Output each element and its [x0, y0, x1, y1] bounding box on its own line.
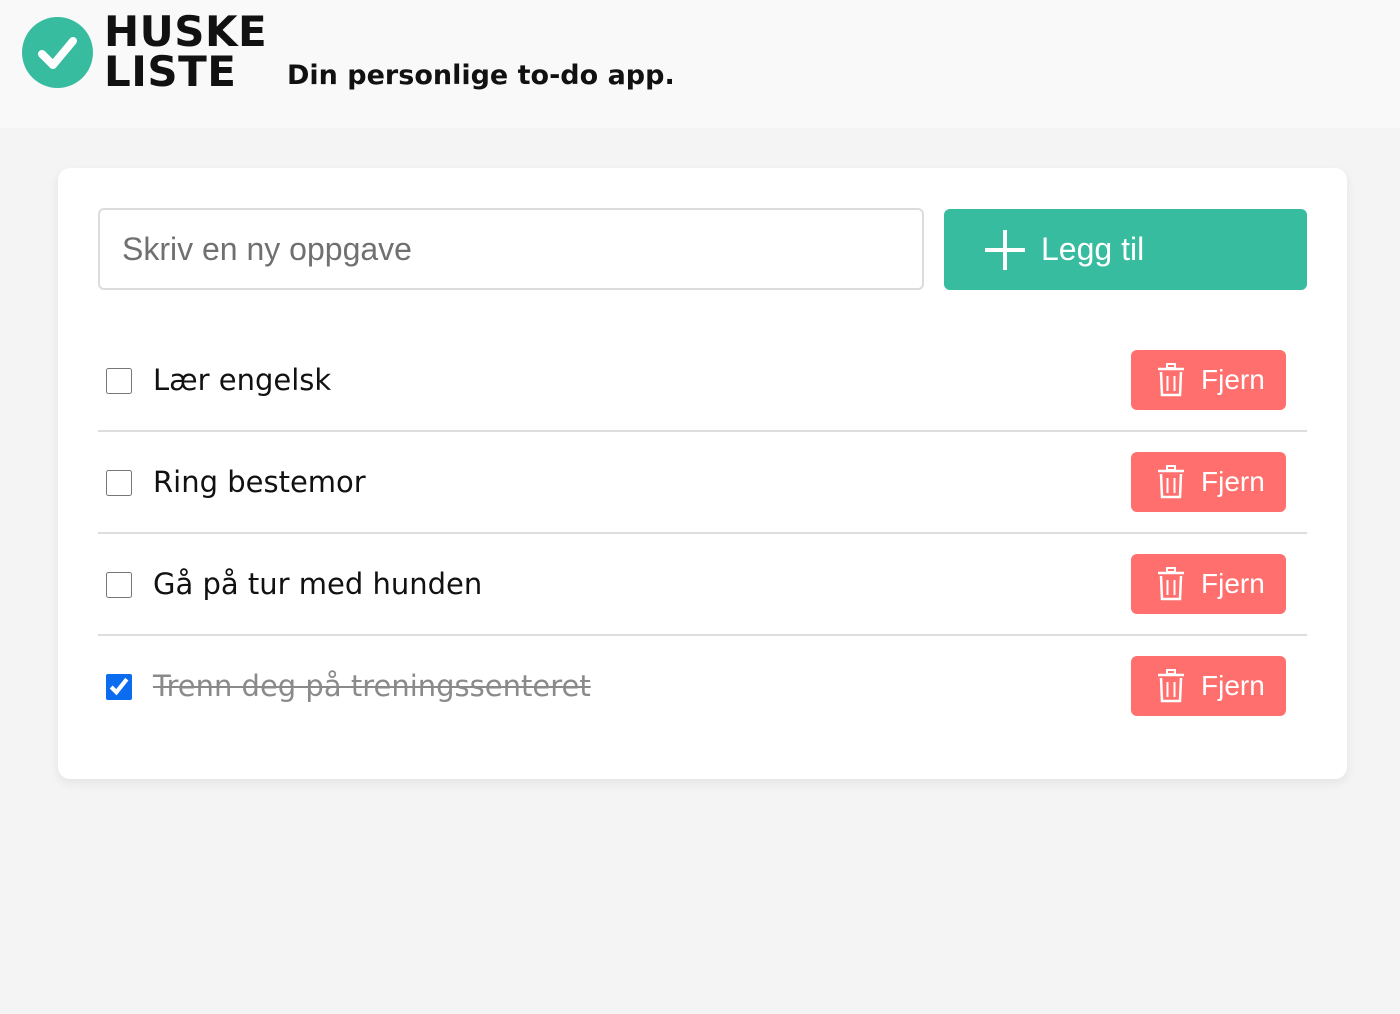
todo-card: Legg til Lær engelsk Fjern: [58, 168, 1347, 779]
trash-icon: [1157, 363, 1185, 400]
todo-text: Gå på tur med hunden: [153, 567, 483, 601]
todo-checkbox[interactable]: [106, 674, 132, 700]
check-circle-icon: [22, 17, 93, 88]
add-task-label: Legg til: [1041, 231, 1145, 267]
trash-icon: [1157, 567, 1185, 604]
todo-checkbox[interactable]: [106, 368, 132, 394]
todo-checkbox[interactable]: [106, 470, 132, 496]
plus-icon: [984, 229, 1026, 274]
new-task-input[interactable]: [98, 208, 924, 290]
remove-task-button[interactable]: Fjern: [1131, 656, 1286, 716]
todo-text: Ring bestemor: [153, 465, 366, 499]
remove-task-button[interactable]: Fjern: [1131, 452, 1286, 512]
trash-icon: [1157, 669, 1185, 706]
logo-line-2: LISTE: [104, 47, 237, 96]
todo-text: Lær engelsk: [153, 363, 332, 397]
app-logo-text: HUSKE LISTE: [104, 7, 268, 96]
app-header: HUSKE LISTE Din personlige to-do app.: [0, 0, 1400, 128]
todo-list: Lær engelsk Fjern Ring bestemor Fjern Gå…: [98, 330, 1307, 738]
remove-task-label: Fjern: [1201, 364, 1265, 395]
todo-checkbox[interactable]: [106, 572, 132, 598]
remove-task-label: Fjern: [1201, 568, 1265, 599]
todo-item: Ring bestemor Fjern: [98, 432, 1307, 534]
remove-task-button[interactable]: Fjern: [1131, 350, 1286, 410]
remove-task-button[interactable]: Fjern: [1131, 554, 1286, 614]
trash-icon: [1157, 465, 1185, 502]
todo-item: Gå på tur med hunden Fjern: [98, 534, 1307, 636]
todo-item: Trenn deg på treningssenteret Fjern: [98, 636, 1307, 738]
app-tagline: Din personlige to-do app.: [287, 60, 675, 91]
add-task-button[interactable]: Legg til: [944, 209, 1307, 290]
logo-line-1: HUSKE: [104, 7, 268, 56]
todo-item: Lær engelsk Fjern: [98, 330, 1307, 432]
remove-task-label: Fjern: [1201, 670, 1265, 701]
remove-task-label: Fjern: [1201, 466, 1265, 497]
todo-text: Trenn deg på treningssenteret: [153, 669, 591, 703]
